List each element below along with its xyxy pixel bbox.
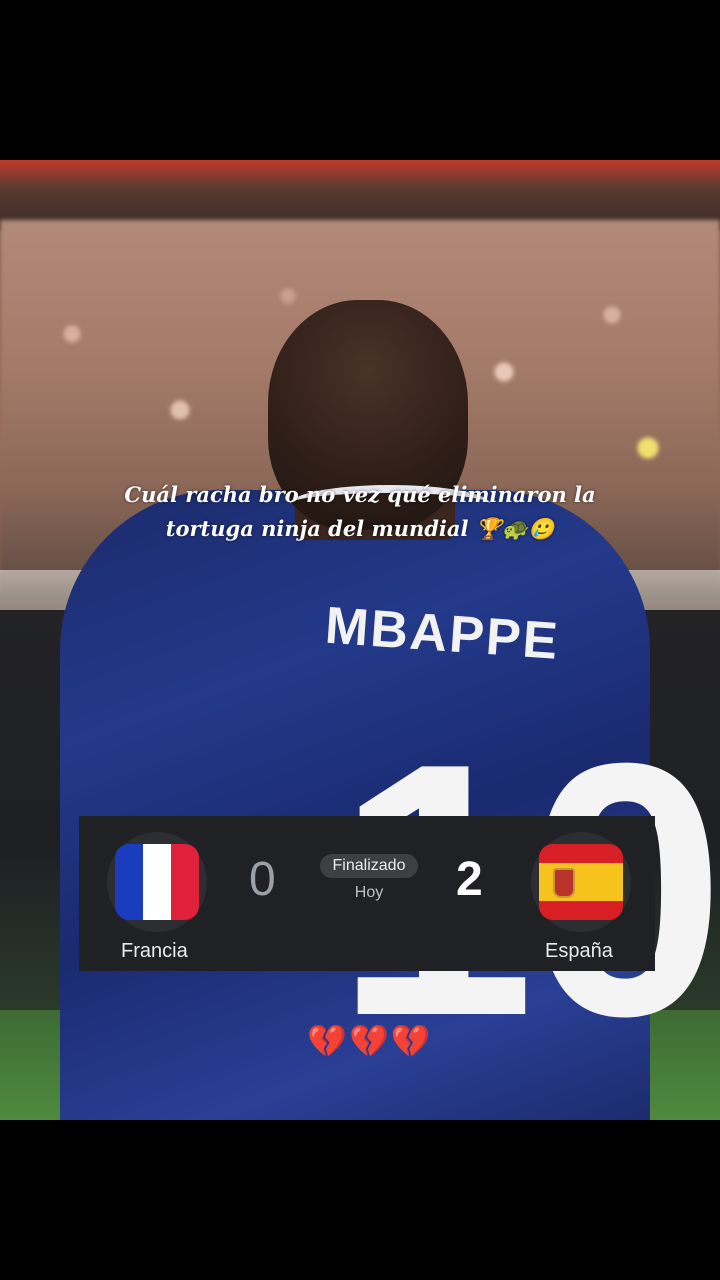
caption-line-1: Cuál racha bro no vez qué eliminaron la xyxy=(124,482,596,507)
france-flag-icon xyxy=(115,844,199,920)
home-team-name: Francia xyxy=(121,940,188,962)
spain-flag-icon xyxy=(539,844,623,920)
video-frame: MBAPPE 10 Cuál racha bro no vez qué elim… xyxy=(0,0,720,1280)
home-team-score: 0 xyxy=(249,853,276,906)
broken-heart-emojis: 💔💔💔 xyxy=(307,1022,433,1060)
match-score-card: 0 Finalizado Hoy 2 Francia España xyxy=(79,816,655,971)
away-team-name: España xyxy=(545,940,613,962)
away-team-flag-container xyxy=(531,832,631,932)
match-status-badge: Finalizado xyxy=(320,854,418,878)
video-content[interactable]: MBAPPE 10 xyxy=(0,160,720,1120)
caption-line-2: tortuga ninja del mundial 🏆🐢🥲 xyxy=(165,516,555,541)
spain-crest-icon xyxy=(553,868,575,898)
away-team-score: 2 xyxy=(456,853,483,906)
video-caption: Cuál racha bro no vez qué eliminaron la … xyxy=(110,478,610,546)
match-date: Hoy xyxy=(354,884,384,901)
home-team-flag-container xyxy=(107,832,207,932)
